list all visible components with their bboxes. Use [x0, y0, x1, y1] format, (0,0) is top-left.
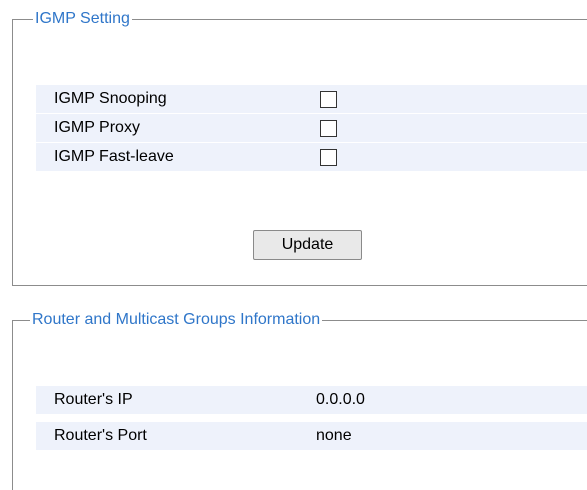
update-button[interactable]: Update	[253, 230, 362, 260]
routers-port-row: Router's Port none	[36, 422, 587, 450]
igmp-fast-leave-checkbox[interactable]	[320, 149, 337, 166]
routers-port-value: none	[316, 427, 352, 444]
igmp-proxy-label: IGMP Proxy	[54, 119, 140, 136]
igmp-snooping-label: IGMP Snooping	[54, 90, 167, 107]
igmp-snooping-row: IGMP Snooping	[36, 85, 587, 113]
igmp-proxy-checkbox[interactable]	[320, 120, 337, 137]
routers-ip-value: 0.0.0.0	[316, 391, 365, 408]
routers-ip-label: Router's IP	[54, 391, 133, 408]
igmp-fast-leave-label: IGMP Fast-leave	[54, 148, 174, 165]
igmp-proxy-row: IGMP Proxy	[36, 114, 587, 142]
igmp-fast-leave-row: IGMP Fast-leave	[36, 143, 587, 171]
router-info-legend: Router and Multicast Groups Information	[30, 310, 323, 330]
igmp-setting-legend: IGMP Setting	[33, 9, 132, 29]
routers-ip-row: Router's IP 0.0.0.0	[36, 386, 587, 414]
igmp-snooping-checkbox[interactable]	[320, 91, 337, 108]
routers-port-label: Router's Port	[54, 427, 147, 444]
